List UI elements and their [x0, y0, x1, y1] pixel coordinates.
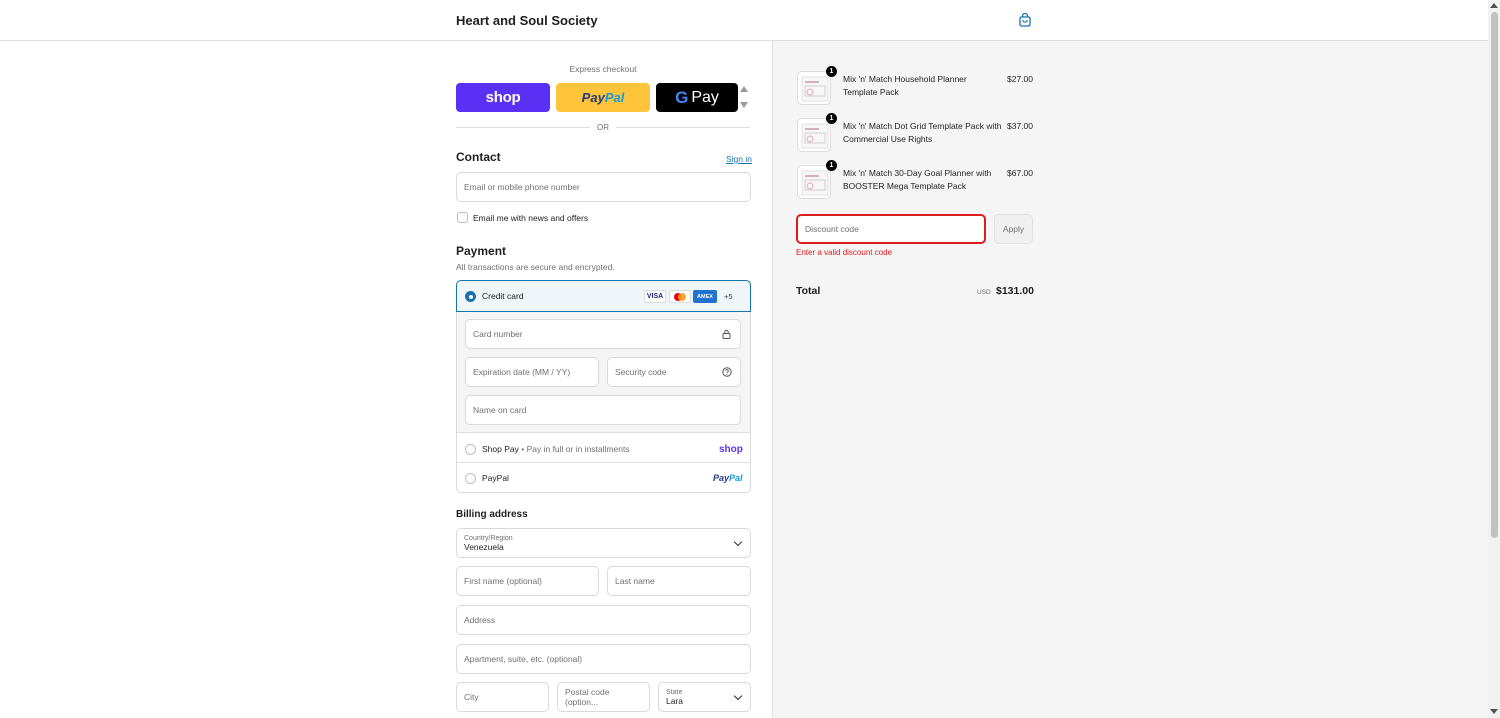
shop-pay-express-button[interactable]: shop: [456, 83, 550, 112]
amex-icon: AMEX: [693, 290, 717, 303]
item-title: Mix 'n' Match 30-Day Goal Planner with B…: [843, 168, 992, 191]
shop-pay-radio[interactable]: [465, 444, 476, 455]
store-name[interactable]: Heart and Soul Society: [456, 13, 598, 28]
google-pay-express-button[interactable]: G Pay: [656, 83, 738, 112]
credit-card-radio[interactable]: [465, 291, 476, 302]
item-price: $27.00: [1007, 74, 1033, 84]
apply-label: Apply: [1002, 224, 1025, 234]
scrollbar-thumb[interactable]: [1491, 12, 1498, 538]
card-number-field[interactable]: Card number: [465, 319, 741, 349]
discount-code-field[interactable]: Discount code: [796, 214, 986, 244]
city-field[interactable]: City: [456, 682, 549, 712]
item-title: Mix 'n' Match Household Planner Template…: [843, 74, 967, 97]
product-thumbnail: [797, 165, 831, 199]
shop-pay-logo: shop: [719, 444, 743, 455]
address-placeholder: Address: [464, 615, 496, 625]
email-placeholder: Email or mobile phone number: [464, 182, 580, 192]
google-g-icon: G: [675, 87, 689, 107]
discount-error-message: Enter a valid discount code: [796, 248, 893, 257]
payment-subtitle: All transactions are secure and encrypte…: [456, 262, 615, 272]
discount-placeholder: Discount code: [805, 224, 859, 234]
name-on-card-field[interactable]: Name on card: [465, 395, 741, 425]
postal-code-field[interactable]: Postal code (option...: [557, 682, 650, 712]
state-value: Lara: [666, 695, 684, 706]
country-value: Venezuela: [464, 542, 504, 552]
divider: [616, 127, 750, 128]
name-on-card-placeholder: Name on card: [473, 405, 527, 415]
apartment-placeholder: Apartment, suite, etc. (optional): [464, 654, 583, 664]
news-offers-label: Email me with news and offers: [473, 213, 589, 223]
currency-code: USD: [977, 289, 991, 296]
address-field[interactable]: Address: [456, 605, 751, 635]
contact-heading: Contact: [456, 150, 501, 164]
gpay-label: Pay: [691, 88, 719, 106]
header: [0, 0, 1488, 41]
more-cards-badge: +5: [724, 292, 733, 301]
country-label: Country/Region: [464, 535, 513, 542]
shop-pay-option-text: Shop Pay • Pay in full or in installment…: [482, 444, 630, 454]
quantity-badge: 1: [826, 113, 837, 124]
expiration-date-field[interactable]: Expiration date (MM / YY): [465, 357, 599, 387]
last-name-placeholder: Last name: [615, 576, 655, 586]
product-thumbnail: [797, 118, 831, 152]
total-value: $131.00: [996, 285, 1034, 297]
paypal-express-button[interactable]: Pay Pal: [556, 83, 650, 112]
scroll-down-arrow-icon[interactable]: [1490, 709, 1498, 714]
paypal-option-label[interactable]: PayPal: [482, 473, 509, 483]
lock-icon: [722, 329, 731, 339]
shop-logo: shop: [485, 89, 521, 106]
sign-in-link[interactable]: Sign in: [726, 154, 752, 164]
mastercard-icon: [669, 290, 691, 303]
help-circle-icon[interactable]: [722, 367, 732, 377]
apply-discount-button[interactable]: Apply: [994, 214, 1033, 244]
news-offers-checkbox[interactable]: [457, 212, 468, 223]
item-price: $37.00: [1007, 121, 1033, 131]
card-number-placeholder: Card number: [473, 329, 523, 339]
last-name-field[interactable]: Last name: [607, 566, 751, 596]
paypal-radio[interactable]: [465, 473, 476, 484]
divider: [456, 127, 590, 128]
postal-placeholder: Postal code (option...: [565, 687, 610, 707]
billing-address-heading: Billing address: [456, 509, 528, 520]
city-placeholder: City: [464, 692, 479, 702]
visa-icon: VISA: [644, 290, 666, 303]
quantity-badge: 1: [826, 66, 837, 77]
item-title: Mix 'n' Match Dot Grid Template Pack wit…: [843, 121, 1002, 144]
product-thumbnail: [797, 71, 831, 105]
shopping-bag-icon[interactable]: [1018, 13, 1032, 27]
express-scroll-down-icon[interactable]: [740, 102, 748, 108]
first-name-field[interactable]: First name (optional): [456, 566, 599, 596]
paypal-logo-pay: Pay: [581, 90, 605, 105]
state-label: State: [666, 688, 683, 696]
shop-pay-label: Shop Pay: [482, 444, 519, 454]
expiration-placeholder: Expiration date (MM / YY): [473, 367, 571, 377]
express-checkout-title: Express checkout: [569, 64, 637, 74]
email-field[interactable]: Email or mobile phone number: [456, 172, 751, 202]
credit-card-label: Credit card: [482, 291, 524, 301]
country-select[interactable]: Country/Region Venezuela: [456, 528, 751, 558]
total-label: Total: [796, 285, 821, 297]
scroll-up-arrow-icon[interactable]: [1490, 3, 1498, 8]
first-name-placeholder: First name (optional): [464, 576, 542, 586]
quantity-badge: 1: [826, 160, 837, 171]
paypal-logo: PayPal: [713, 473, 743, 483]
shop-pay-subtext: Pay in full or in installments: [526, 444, 630, 454]
apartment-field[interactable]: Apartment, suite, etc. (optional): [456, 644, 751, 674]
item-price: $67.00: [1007, 168, 1033, 178]
or-divider-label: OR: [597, 123, 609, 132]
paypal-logo-pal: Pal: [604, 90, 625, 105]
security-code-field[interactable]: Security code: [607, 357, 741, 387]
payment-heading: Payment: [456, 244, 507, 258]
security-code-placeholder: Security code: [615, 367, 667, 377]
express-scroll-up-icon[interactable]: [740, 86, 748, 92]
